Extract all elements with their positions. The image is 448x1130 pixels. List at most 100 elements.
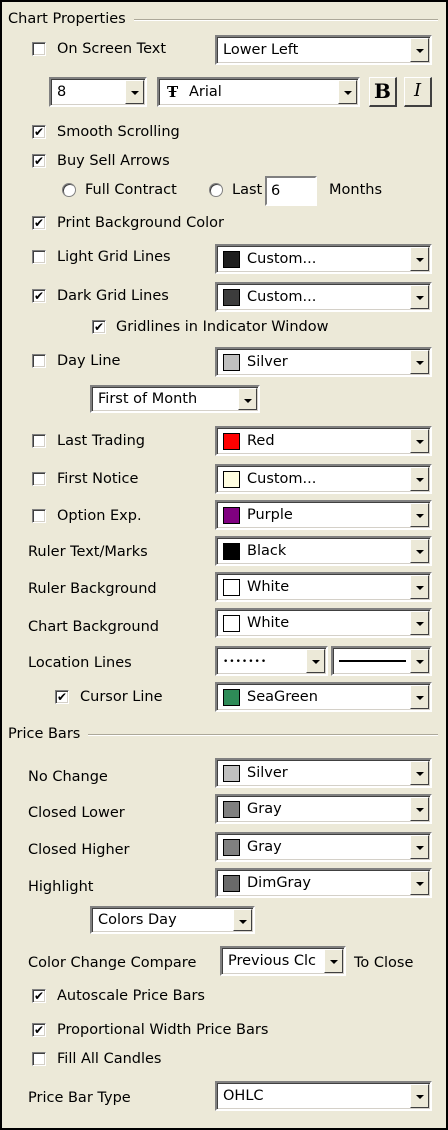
chevron-down-icon[interactable] xyxy=(410,285,429,309)
group-divider xyxy=(88,734,438,736)
chevron-down-icon[interactable] xyxy=(238,388,257,410)
chevron-down-icon[interactable] xyxy=(410,871,429,895)
color-swatch xyxy=(223,801,240,818)
day-line-period-dropdown[interactable]: First of Month xyxy=(90,385,260,413)
last-months-input[interactable]: 6 xyxy=(265,176,317,206)
chevron-down-icon[interactable] xyxy=(125,80,144,104)
location-lines-width-dropdown[interactable] xyxy=(331,646,432,676)
closed-higher-color-dropdown[interactable]: Gray xyxy=(215,832,432,862)
dropdown-value: 8 xyxy=(57,84,67,100)
dropdown-value: Custom... xyxy=(247,251,317,267)
dark-grid-color-dropdown[interactable]: Custom... xyxy=(215,282,432,312)
closed-higher-label: Closed Higher xyxy=(28,842,130,858)
chevron-down-icon[interactable] xyxy=(410,575,429,599)
no-change-color-dropdown[interactable]: Silver xyxy=(215,758,432,788)
last-months-radio[interactable] xyxy=(209,183,223,197)
day-line-color-dropdown[interactable]: Silver xyxy=(215,347,432,377)
chevron-down-icon[interactable] xyxy=(410,38,429,62)
last-trading-checkbox[interactable] xyxy=(32,434,46,448)
no-change-label: No Change xyxy=(28,769,108,785)
price-bar-type-dropdown[interactable]: OHLC xyxy=(215,1081,432,1111)
dark-grid-checkbox[interactable]: ✔ xyxy=(32,289,46,303)
chevron-down-icon[interactable] xyxy=(410,685,429,709)
last-trading-color-dropdown[interactable]: Red xyxy=(215,426,432,456)
gridlines-indicator-checkbox[interactable]: ✔ xyxy=(92,320,106,334)
dropdown-value: White xyxy=(247,579,290,595)
chevron-down-icon[interactable] xyxy=(410,350,429,374)
font-size-dropdown[interactable]: 8 xyxy=(49,77,147,107)
closed-lower-color-dropdown[interactable]: Gray xyxy=(215,794,432,824)
dropdown-value: Silver xyxy=(247,765,288,781)
highlight-color-dropdown[interactable]: DimGray xyxy=(215,868,432,898)
chevron-down-icon[interactable] xyxy=(324,949,343,973)
buy-sell-arrows-checkbox[interactable]: ✔ xyxy=(32,154,46,168)
option-exp-color-dropdown[interactable]: Purple xyxy=(215,500,432,530)
light-grid-label: Light Grid Lines xyxy=(57,249,171,265)
on-screen-text-label: On Screen Text xyxy=(57,41,166,57)
chevron-down-icon[interactable] xyxy=(410,247,429,271)
chevron-down-icon[interactable] xyxy=(338,80,357,104)
chevron-down-icon[interactable] xyxy=(410,467,429,491)
first-notice-checkbox[interactable] xyxy=(32,472,46,486)
color-swatch xyxy=(223,251,240,268)
dropdown-value: DimGray xyxy=(247,875,311,891)
location-lines-style-dropdown[interactable]: ••••••• xyxy=(215,646,328,676)
autoscale-label: Autoscale Price Bars xyxy=(57,988,205,1004)
chevron-down-icon[interactable] xyxy=(410,1084,429,1108)
dropdown-value: Colors Day xyxy=(98,912,177,928)
chevron-down-icon[interactable] xyxy=(410,539,429,563)
chevron-down-icon[interactable] xyxy=(233,909,252,931)
font-name-dropdown[interactable]: Ŧ Arial xyxy=(157,77,360,107)
chevron-down-icon[interactable] xyxy=(410,835,429,859)
light-grid-color-dropdown[interactable]: Custom... xyxy=(215,244,432,274)
chevron-down-icon[interactable] xyxy=(410,761,429,785)
full-contract-label: Full Contract xyxy=(85,182,177,198)
print-background-checkbox[interactable]: ✔ xyxy=(32,216,46,230)
day-line-checkbox[interactable] xyxy=(32,354,46,368)
proportional-width-label: Proportional Width Price Bars xyxy=(57,1022,269,1038)
on-screen-text-checkbox[interactable] xyxy=(32,42,46,56)
dropdown-value: Previous Clc xyxy=(228,953,317,969)
chevron-down-icon[interactable] xyxy=(410,649,429,673)
proportional-width-checkbox[interactable]: ✔ xyxy=(32,1023,46,1037)
dropdown-value: White xyxy=(247,615,290,631)
chart-background-color-dropdown[interactable]: White xyxy=(215,608,432,638)
dropdown-value: Gray xyxy=(247,839,282,855)
bold-button[interactable]: B xyxy=(369,77,397,107)
ruler-text-color-dropdown[interactable]: Black xyxy=(215,536,432,566)
italic-button[interactable]: I xyxy=(404,77,432,107)
print-background-label: Print Background Color xyxy=(57,215,224,231)
first-notice-label: First Notice xyxy=(57,471,139,487)
cursor-line-checkbox[interactable]: ✔ xyxy=(55,690,69,704)
color-swatch xyxy=(223,507,240,524)
color-change-compare-dropdown[interactable]: Previous Clc xyxy=(220,946,346,976)
option-exp-checkbox[interactable] xyxy=(32,509,46,523)
first-notice-color-dropdown[interactable]: Custom... xyxy=(215,464,432,494)
dropdown-value: First of Month xyxy=(98,391,198,407)
color-swatch xyxy=(223,471,240,488)
option-exp-label: Option Exp. xyxy=(57,508,142,524)
chevron-down-icon[interactable] xyxy=(410,797,429,821)
colors-period-dropdown[interactable]: Colors Day xyxy=(90,906,255,934)
chevron-down-icon[interactable] xyxy=(306,649,325,673)
color-swatch xyxy=(223,839,240,856)
cursor-line-label: Cursor Line xyxy=(80,689,163,705)
fill-candles-checkbox[interactable] xyxy=(32,1052,46,1066)
smooth-scrolling-checkbox[interactable]: ✔ xyxy=(32,125,46,139)
on-screen-text-position-dropdown[interactable]: Lower Left xyxy=(215,35,432,65)
dropdown-value: OHLC xyxy=(223,1088,264,1104)
cursor-line-color-dropdown[interactable]: SeaGreen xyxy=(215,682,432,712)
chevron-down-icon[interactable] xyxy=(410,429,429,453)
ruler-background-color-dropdown[interactable]: White xyxy=(215,572,432,602)
chart-properties-group: Chart Properties xyxy=(8,10,438,28)
light-grid-checkbox[interactable] xyxy=(32,250,46,264)
dropdown-value: Custom... xyxy=(247,471,317,487)
full-contract-radio[interactable] xyxy=(62,183,76,197)
location-lines-label: Location Lines xyxy=(28,655,132,671)
to-close-label: To Close xyxy=(354,955,414,971)
autoscale-checkbox[interactable]: ✔ xyxy=(32,989,46,1003)
highlight-label: Highlight xyxy=(28,879,94,895)
chevron-down-icon[interactable] xyxy=(410,611,429,635)
chevron-down-icon[interactable] xyxy=(410,503,429,527)
color-swatch xyxy=(223,765,240,782)
